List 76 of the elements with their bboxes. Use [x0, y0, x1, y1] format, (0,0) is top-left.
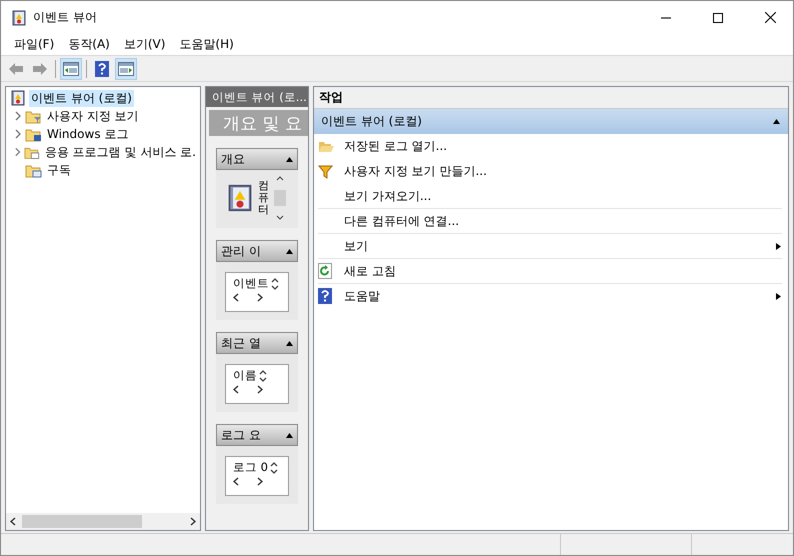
scroll-left-icon[interactable] — [10, 517, 16, 526]
folder-icon — [25, 108, 42, 124]
scroll-up-icon[interactable] — [276, 176, 284, 181]
action-item[interactable]: 사용자 지정 보기 만들기... — [318, 159, 782, 184]
toolbar-button[interactable] — [60, 58, 82, 80]
collapse-icon — [286, 432, 293, 438]
action-item[interactable]: 보기 — [318, 234, 782, 259]
tree-item[interactable]: 구독 — [45, 162, 73, 178]
action-item[interactable]: 다른 컴퓨터에 연결... — [318, 209, 782, 234]
scroll-left-icon[interactable] — [233, 293, 239, 302]
summary-title: 개요 및 요 — [209, 110, 308, 136]
scroll-right-icon[interactable] — [257, 385, 263, 394]
tree-item[interactable]: 응용 프로그램 및 서비스 로. — [42, 144, 198, 160]
section-header[interactable]: 관리 이 — [216, 240, 298, 262]
actions-header: 작업 — [314, 87, 788, 109]
section-header[interactable]: 개요 — [216, 148, 298, 170]
list-cell: 이름 — [233, 368, 257, 383]
forward-arrow-icon — [32, 62, 48, 76]
folder-icon — [25, 162, 42, 178]
pane-header: 이벤트 뷰어 (로... — [206, 87, 308, 107]
action-item[interactable]: 새로 고침 — [318, 259, 782, 284]
scroll-left-icon[interactable] — [233, 385, 239, 394]
collapse-icon — [286, 340, 293, 346]
help-icon — [95, 60, 109, 76]
folder-icon — [25, 126, 42, 142]
list-box[interactable]: 이벤트 — [225, 272, 289, 312]
expand-chevron-icon[interactable] — [14, 147, 22, 157]
tree-item[interactable]: Windows 로그 — [45, 126, 130, 142]
action-item[interactable]: 저장된 로그 열기... — [318, 134, 782, 159]
spinner-icon[interactable] — [271, 276, 279, 290]
menu-item[interactable]: 동작(A) — [61, 34, 117, 55]
event-log-icon — [11, 10, 27, 26]
section-header[interactable]: 최근 열 — [216, 332, 298, 354]
list-box[interactable]: 이름 — [225, 364, 289, 404]
scroll-right-icon[interactable] — [190, 517, 196, 526]
list-box[interactable]: 로그 0 — [225, 456, 289, 496]
scrollbar[interactable] — [273, 176, 286, 220]
spinner-icon[interactable] — [270, 460, 278, 474]
open-folder-icon — [318, 140, 334, 152]
expand-chevron-icon[interactable] — [14, 111, 22, 121]
submenu-arrow-icon — [775, 292, 782, 300]
collapse-icon — [286, 248, 293, 254]
scroll-right-icon[interactable] — [257, 477, 263, 486]
tree-item[interactable]: 이벤트 뷰어 (로컬) — [29, 90, 134, 106]
pane-toggle-icon — [118, 62, 134, 76]
scroll-left-icon[interactable] — [233, 477, 239, 486]
tree-item[interactable]: 사용자 지정 보기 — [45, 108, 141, 124]
menu-item[interactable]: 보기(V) — [116, 34, 172, 55]
expand-chevron-icon[interactable] — [14, 129, 22, 139]
event-log-icon — [226, 184, 254, 212]
collapse-icon — [773, 118, 780, 125]
scroll-right-icon[interactable] — [257, 293, 263, 302]
action-item[interactable]: 도움말 — [318, 284, 782, 309]
back-arrow-icon — [8, 62, 24, 76]
refresh-icon — [318, 263, 332, 279]
list-cell: 로그 0 — [233, 460, 268, 475]
scrollbar-thumb[interactable] — [22, 515, 142, 528]
menu-item[interactable]: 도움말(H) — [172, 34, 241, 55]
section-header[interactable]: 로그 요 — [216, 424, 298, 446]
action-item[interactable]: 보기 가져오기... — [318, 184, 782, 209]
submenu-arrow-icon — [775, 242, 782, 250]
spinner-icon[interactable] — [259, 368, 267, 382]
scroll-down-icon[interactable] — [276, 215, 284, 220]
collapse-icon — [286, 156, 293, 162]
window-title: 이벤트 뷰어 — [33, 9, 98, 26]
overview-text: 컴퓨터 — [258, 180, 269, 216]
toolbar-button[interactable] — [115, 58, 137, 80]
actions-group-header[interactable]: 이벤트 뷰어 (로컬) — [314, 109, 788, 134]
filter-icon — [318, 164, 333, 178]
list-cell: 이벤트 — [233, 276, 269, 291]
event-log-icon — [10, 90, 26, 106]
pane-toggle-icon — [63, 62, 79, 76]
close-icon — [764, 12, 776, 23]
help-icon — [318, 288, 332, 304]
maximize-icon — [713, 12, 723, 22]
menu-item[interactable]: 파일(F) — [7, 34, 62, 55]
